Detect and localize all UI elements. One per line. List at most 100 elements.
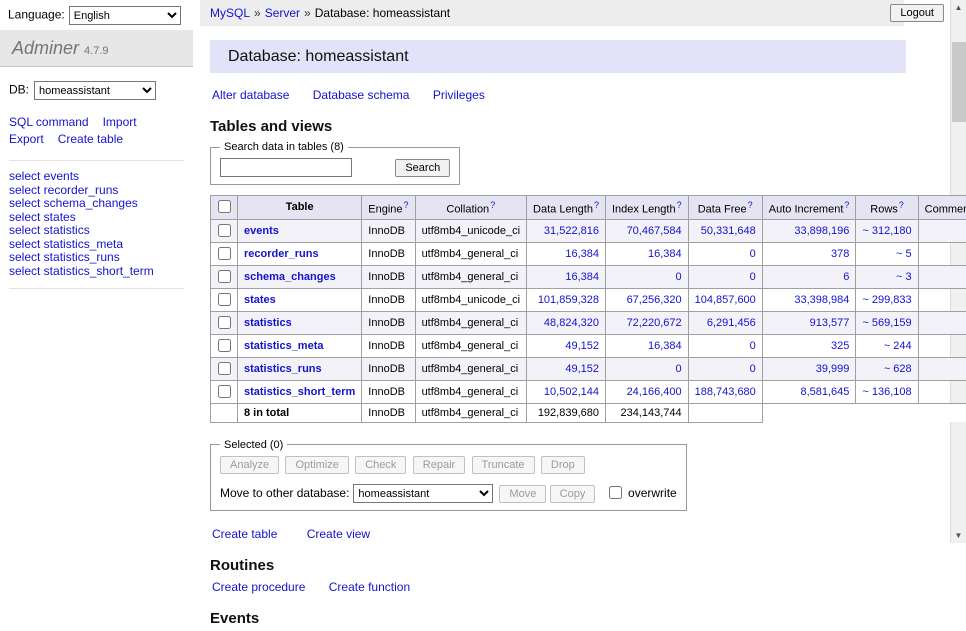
sidebar-item-select-events[interactable]: select events [9, 170, 184, 183]
help-icon[interactable]: ? [490, 200, 495, 210]
select-all-checkbox[interactable] [218, 200, 231, 213]
sidebar-table-menu: select events select recorder_runs selec… [9, 161, 184, 289]
sidebar-link-create-table[interactable]: Create table [58, 132, 123, 146]
col-header-comment: Comment? [918, 196, 966, 220]
data-free-cell: 0 [688, 265, 762, 288]
overwrite-checkbox[interactable] [609, 486, 622, 499]
create-view-link[interactable]: Create view [307, 527, 370, 541]
row-checkbox[interactable] [218, 316, 231, 329]
index-length-cell: 0 [605, 265, 688, 288]
sidebar-item-select-statistics-short-term[interactable]: select statistics_short_term [9, 265, 184, 278]
help-icon[interactable]: ? [404, 200, 409, 210]
rows-cell: ~ 569,159 [856, 311, 918, 334]
row-checkbox[interactable] [218, 247, 231, 260]
sidebar-item-select-schema-changes[interactable]: select schema_changes [9, 197, 184, 210]
language-row: Language:English [8, 6, 181, 25]
sidebar-item-select-states[interactable]: select states [9, 211, 184, 224]
index-length-cell: 16,384 [605, 242, 688, 265]
routines-heading: Routines [210, 557, 906, 574]
table-link-statistics-runs[interactable]: statistics_runs [244, 363, 322, 375]
privileges-link[interactable]: Privileges [433, 88, 485, 102]
move-button[interactable]: Move [499, 485, 546, 503]
row-checkbox[interactable] [218, 385, 231, 398]
alter-database-link[interactable]: Alter database [212, 88, 289, 102]
table-link-statistics-short-term[interactable]: statistics_short_term [244, 386, 355, 398]
create-links-row: Create table Create view [212, 527, 906, 541]
main-content: Database: homeassistant Alter database D… [210, 40, 906, 631]
sidebar-link-sql-command[interactable]: SQL command [9, 115, 89, 129]
copy-button[interactable]: Copy [550, 485, 596, 503]
auto-increment-cell: 8,581,645 [762, 380, 856, 403]
engine-cell: InnoDB [362, 380, 415, 403]
table-link-recorder-runs[interactable]: recorder_runs [244, 248, 319, 260]
optimize-button[interactable]: Optimize [285, 456, 348, 474]
row-checkbox[interactable] [218, 270, 231, 283]
sidebar-link-export[interactable]: Export [9, 132, 44, 146]
footer-empty-cell [211, 403, 238, 422]
breadcrumb: MySQL»Server»Database: homeassistant [200, 0, 904, 26]
comment-cell [918, 380, 966, 403]
create-procedure-link[interactable]: Create procedure [212, 580, 305, 594]
data-length-cell: 16,384 [527, 242, 606, 265]
rows-cell: ~ 5 [856, 242, 918, 265]
auto-increment-cell: 325 [762, 334, 856, 357]
comment-cell [918, 334, 966, 357]
row-checkbox[interactable] [218, 224, 231, 237]
sidebar-item-select-statistics-meta[interactable]: select statistics_meta [9, 238, 184, 251]
adminer-brand[interactable]: Adminer [12, 38, 79, 58]
create-function-link[interactable]: Create function [329, 580, 410, 594]
breadcrumb-server-link[interactable]: Server [265, 6, 300, 20]
database-schema-link[interactable]: Database schema [313, 88, 410, 102]
table-link-statistics[interactable]: statistics [244, 317, 292, 329]
move-label: Move to other database: [220, 486, 349, 500]
create-table-link[interactable]: Create table [212, 527, 277, 541]
analyze-button[interactable]: Analyze [220, 456, 279, 474]
sidebar-link-import[interactable]: Import [103, 115, 137, 129]
col-header-engine: Engine? [362, 196, 415, 220]
sidebar-item-select-statistics-runs[interactable]: select statistics_runs [9, 251, 184, 264]
truncate-button[interactable]: Truncate [472, 456, 535, 474]
help-icon[interactable]: ? [844, 200, 849, 210]
help-icon[interactable]: ? [748, 200, 753, 210]
sidebar-item-select-statistics[interactable]: select statistics [9, 224, 184, 237]
data-length-cell: 31,522,816 [527, 219, 606, 242]
collation-cell: utf8mb4_unicode_ci [415, 288, 526, 311]
language-select[interactable]: English [69, 6, 181, 25]
drop-button[interactable]: Drop [541, 456, 585, 474]
repair-button[interactable]: Repair [413, 456, 465, 474]
tables-and-views-heading: Tables and views [210, 118, 906, 135]
table-link-schema-changes[interactable]: schema_changes [244, 271, 336, 283]
sidebar-links: SQL command Import Export Create table [9, 114, 184, 148]
db-select[interactable]: homeassistant [34, 81, 156, 100]
scrollbar-down-arrow-icon[interactable]: ▼ [951, 528, 966, 543]
collation-cell: utf8mb4_general_ci [415, 357, 526, 380]
comment-cell [918, 288, 966, 311]
rows-cell: ~ 136,108 [856, 380, 918, 403]
scrollbar-thumb[interactable] [952, 42, 966, 122]
scrollbar-up-arrow-icon[interactable]: ▲ [951, 0, 966, 15]
check-button[interactable]: Check [355, 456, 406, 474]
table-link-statistics-meta[interactable]: statistics_meta [244, 340, 324, 352]
breadcrumb-mysql-link[interactable]: MySQL [210, 6, 250, 20]
sidebar-db-block: DB:homeassistant SQL command Import Expor… [9, 81, 184, 161]
row-checkbox[interactable] [218, 362, 231, 375]
search-fieldset: Search data in tables (8) Search [210, 141, 460, 185]
move-database-select[interactable]: homeassistant [353, 484, 493, 503]
selected-legend: Selected (0) [220, 439, 287, 451]
row-checkbox[interactable] [218, 339, 231, 352]
sidebar-item-select-recorder-runs[interactable]: select recorder_runs [9, 184, 184, 197]
help-icon[interactable]: ? [899, 200, 904, 210]
search-button[interactable]: Search [395, 159, 450, 177]
data-length-cell: 10,502,144 [527, 380, 606, 403]
search-input[interactable] [220, 158, 352, 177]
help-icon[interactable]: ? [677, 200, 682, 210]
table-row: schema_changes InnoDB utf8mb4_general_ci… [211, 265, 966, 288]
row-checkbox[interactable] [218, 293, 231, 306]
help-icon[interactable]: ? [594, 200, 599, 210]
table-link-states[interactable]: states [244, 294, 276, 306]
db-selector-row: DB:homeassistant [9, 81, 184, 100]
table-link-events[interactable]: events [244, 225, 279, 237]
tables-overview-table: Table Engine? Collation? Data Length? In… [210, 195, 966, 423]
logout-button[interactable]: Logout [890, 4, 944, 22]
database-actions: Alter database Database schema Privilege… [212, 88, 906, 102]
